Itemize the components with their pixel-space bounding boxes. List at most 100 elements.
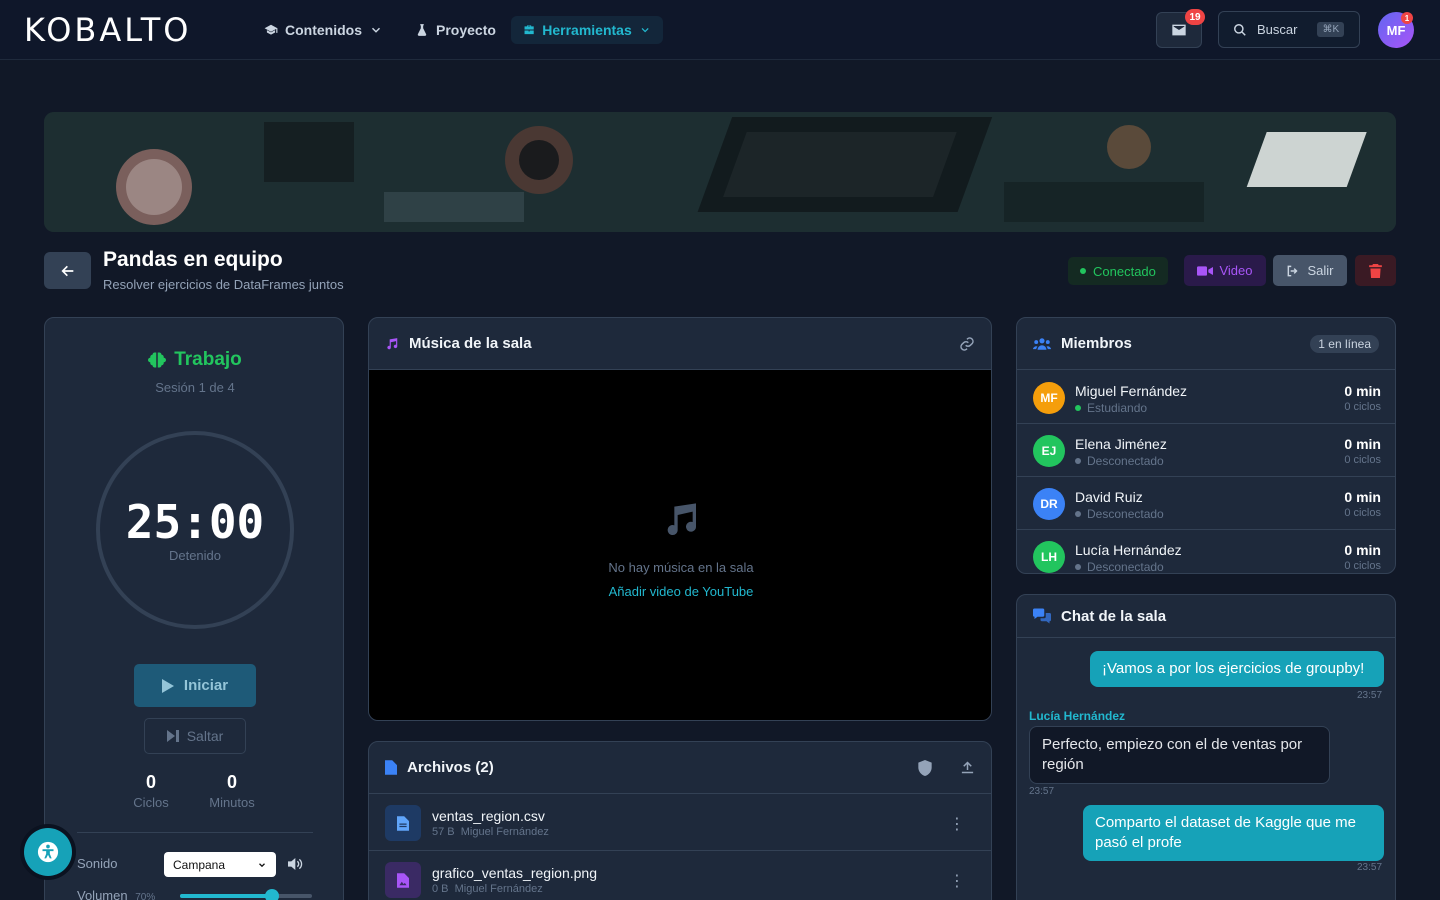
file-row[interactable]: ventas_region.csv 57 B Miguel Fernández … <box>369 794 991 851</box>
no-music-text: No hay música en la sala <box>608 560 754 575</box>
member-cycles: 0 ciclos <box>1344 507 1381 519</box>
file-owner: Miguel Fernández <box>460 826 549 838</box>
nav-contenidos[interactable]: Contenidos <box>252 16 395 44</box>
member-avatar: MF <box>1033 382 1065 414</box>
volume-label: Volumen 70% <box>77 888 155 900</box>
files-header: Archivos (2) <box>369 742 991 794</box>
member-name: Elena Jiménez <box>1075 436 1167 452</box>
more-vertical-icon[interactable]: ⋮ <box>949 814 965 834</box>
sign-out-icon <box>1288 265 1299 276</box>
connection-status-badge: Conectado <box>1068 257 1168 285</box>
member-status-label: Desconectado <box>1087 454 1164 468</box>
file-row[interactable]: grafico_ventas_region.png 0 B Miguel Fer… <box>369 851 991 900</box>
member-cycles: 0 ciclos <box>1344 401 1381 413</box>
users-icon <box>1033 337 1051 350</box>
flask-icon <box>417 24 427 36</box>
file-image-icon <box>385 862 421 898</box>
pomodoro-panel: Trabajo Sesión 1 de 4 25:00 Detenido Ini… <box>44 317 344 900</box>
chat-panel: Chat de la sala ¡Vamos a por los ejercic… <box>1016 594 1396 900</box>
member-minutes: 0 min <box>1344 489 1381 505</box>
chat-message-own: ¡Vamos a por los ejercicios de groupby! <box>1090 651 1384 687</box>
music-note-icon <box>667 503 697 536</box>
back-button[interactable] <box>44 252 91 289</box>
member-row[interactable]: DR David Ruiz Desconectado 0 min 0 ciclos <box>1017 477 1395 530</box>
member-minutes: 0 min <box>1344 436 1381 452</box>
volume-value: 70% <box>135 892 156 900</box>
exit-room-button[interactable]: Salir <box>1273 255 1347 286</box>
nav-proyecto[interactable]: Proyecto <box>403 16 508 44</box>
status-dot <box>1075 405 1081 411</box>
member-avatar: EJ <box>1033 435 1065 467</box>
status-dot <box>1075 564 1081 570</box>
file-meta: 0 B Miguel Fernández <box>432 883 543 895</box>
accessibility-icon <box>37 841 59 863</box>
chat-message-other: Perfecto, empiezo con el de ventas por r… <box>1029 726 1330 784</box>
volume-slider-fill <box>180 894 273 898</box>
status-label: Conectado <box>1093 263 1156 279</box>
graduation-cap-icon <box>264 24 278 35</box>
member-minutes: 0 min <box>1344 383 1381 399</box>
member-status-label: Desconectado <box>1087 507 1164 521</box>
status-dot <box>1080 268 1086 274</box>
more-vertical-icon[interactable]: ⋮ <box>949 871 965 891</box>
pomodoro-mode-label: Trabajo <box>174 349 242 370</box>
member-row[interactable]: LH Lucía Hernández Desconectado 0 min 0 cicl… <box>1017 530 1395 573</box>
files-title: Archivos (2) <box>407 759 494 776</box>
room-subtitle: Resolver ejercicios de DataFrames juntos <box>103 277 344 292</box>
room-banner-image <box>44 112 1396 232</box>
music-header: Música de la sala <box>369 318 991 370</box>
shield-icon[interactable] <box>918 759 932 776</box>
file-csv-icon <box>385 805 421 841</box>
accessibility-button[interactable] <box>24 828 72 876</box>
play-icon <box>161 678 174 693</box>
upload-icon[interactable] <box>960 760 975 775</box>
member-row[interactable]: MF Miguel Fernández Estudiando 0 min 0 ciclo… <box>1017 371 1395 424</box>
member-avatar: DR <box>1033 488 1065 520</box>
skip-forward-icon <box>166 730 179 742</box>
sound-select-value: Campana <box>173 857 226 872</box>
nav-herramientas-label: Herramientas <box>542 22 632 38</box>
member-cycles: 0 ciclos <box>1344 454 1381 466</box>
member-name: Lucía Hernández <box>1075 542 1182 558</box>
member-name: Miguel Fernández <box>1075 383 1188 399</box>
brain-icon <box>148 352 167 368</box>
room-title: Pandas en equipo <box>103 248 283 271</box>
volume-slider-handle[interactable] <box>265 889 280 900</box>
messages-count-badge: 19 <box>1185 9 1205 25</box>
volume-icon[interactable] <box>288 857 304 876</box>
exit-label: Salir <box>1307 263 1334 278</box>
music-player-area: No hay música en la sala Añadir video de… <box>369 370 991 720</box>
files-panel: Archivos (2) ventas_region.csv 57 B Migu… <box>368 741 992 900</box>
sound-select[interactable]: Campana <box>164 852 276 877</box>
member-status-label: Estudiando <box>1087 401 1148 415</box>
cycles-stat: 0 Ciclos <box>127 772 175 810</box>
cycles-label: Ciclos <box>133 795 169 810</box>
member-status: Estudiando <box>1075 401 1147 415</box>
member-minutes: 0 min <box>1344 542 1381 558</box>
message-time: 23:57 <box>1357 690 1383 701</box>
music-note-icon <box>387 337 398 349</box>
skip-button[interactable]: Saltar <box>144 718 246 754</box>
brand-logo[interactable]: KOBALTO <box>24 14 191 46</box>
link-icon[interactable] <box>959 336 975 352</box>
file-size: 0 B <box>432 883 449 895</box>
add-youtube-link[interactable]: Añadir video de YouTube <box>369 584 991 599</box>
arrow-left-icon <box>60 265 73 276</box>
volume-slider[interactable] <box>180 889 312 900</box>
member-avatar: LH <box>1033 541 1065 573</box>
video-camera-icon <box>1197 265 1214 276</box>
chat-title: Chat de la sala <box>1061 607 1167 625</box>
chevron-down-icon <box>259 862 265 867</box>
members-header: Miembros 1 en línea <box>1017 318 1395 370</box>
start-timer-button[interactable]: Iniciar <box>134 664 256 707</box>
nav-contenidos-label: Contenidos <box>285 22 362 38</box>
member-row[interactable]: EJ Elena Jiménez Desconectado 0 min 0 ciclos <box>1017 424 1395 477</box>
file-name: ventas_region.csv <box>432 808 545 824</box>
user-notification-badge: 1 <box>1401 12 1413 24</box>
nav-herramientas[interactable]: Herramientas <box>511 16 663 44</box>
search-button[interactable]: Buscar ⌘K <box>1218 11 1360 48</box>
status-dot <box>1075 511 1081 517</box>
nav-proyecto-label: Proyecto <box>436 22 496 38</box>
delete-room-button[interactable] <box>1355 255 1396 286</box>
video-button[interactable]: Video <box>1184 255 1266 286</box>
